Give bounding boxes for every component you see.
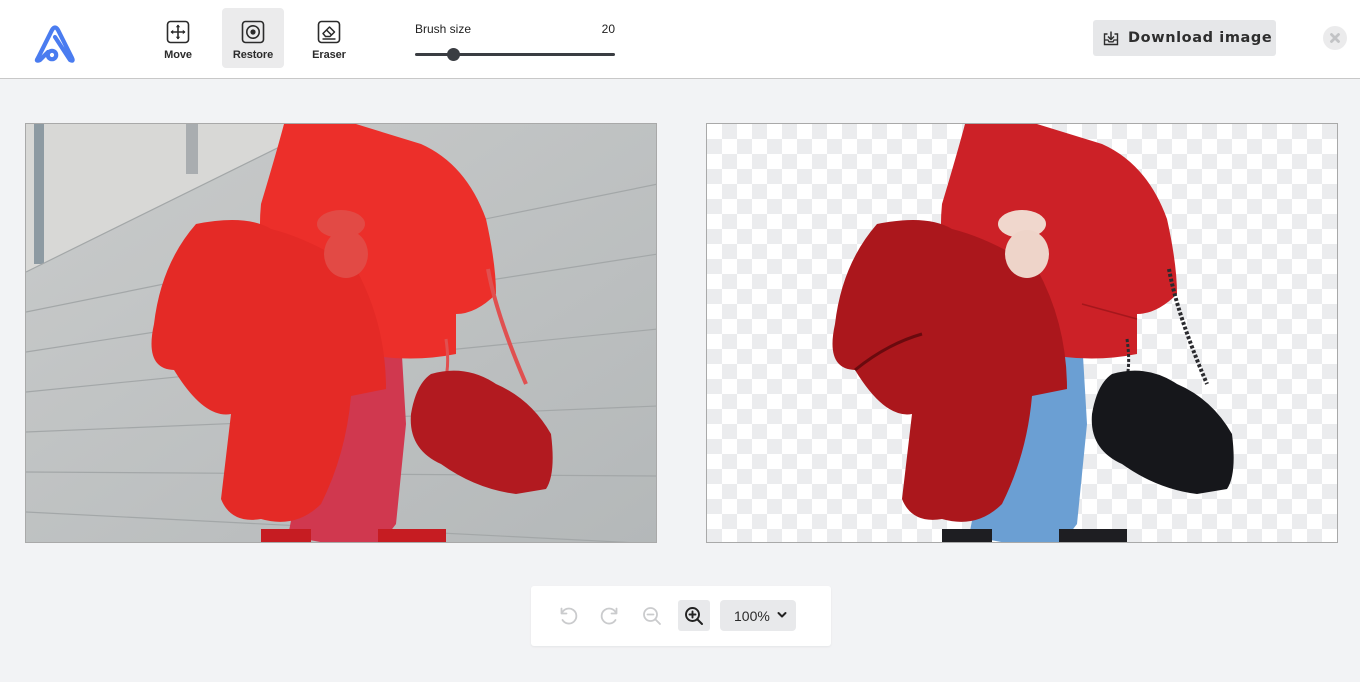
chevron-down-icon	[777, 612, 787, 618]
download-tray-icon	[1103, 31, 1119, 46]
undo-button[interactable]	[552, 600, 584, 631]
download-image-button[interactable]: Download image	[1093, 20, 1276, 56]
zoom-level-value: 100%	[734, 607, 770, 624]
brush-size-value: 20	[601, 22, 615, 36]
boot-left	[942, 529, 992, 542]
eraser-icon	[317, 20, 341, 44]
brush-size-label: Brush size	[415, 22, 472, 36]
zoom-out-icon	[643, 606, 661, 625]
restore-target-icon	[241, 20, 265, 44]
tool-eraser-label: Eraser	[312, 49, 346, 61]
top-toolbar: Move Restore Eraser Brush size 20 Downlo…	[0, 0, 1360, 79]
zoom-in-icon	[685, 606, 703, 625]
cutout-person	[832, 124, 1234, 542]
redo-icon	[600, 607, 618, 624]
download-image-label: Download image	[1128, 30, 1273, 46]
boot-right	[1059, 529, 1127, 542]
window-frame	[34, 124, 44, 264]
handbag	[1091, 370, 1234, 494]
undo-icon	[560, 607, 578, 624]
brush-size-slider-thumb[interactable]	[447, 48, 461, 61]
redo-button[interactable]	[594, 600, 626, 631]
tool-move-button[interactable]: Move	[147, 8, 209, 68]
zoom-in-button[interactable]	[678, 600, 710, 631]
original-image-canvas[interactable]	[25, 123, 657, 543]
zoom-level-select[interactable]: 100%	[720, 600, 796, 631]
wall-column	[186, 124, 198, 174]
hand-lower	[1005, 230, 1049, 278]
result-photo	[832, 124, 1234, 542]
zoom-history-toolbar: 100%	[531, 586, 831, 646]
tool-restore-button[interactable]: Restore	[222, 8, 284, 68]
move-arrows-icon	[166, 20, 190, 44]
close-x-icon	[1330, 33, 1340, 43]
original-photo	[26, 124, 656, 542]
result-image-canvas[interactable]	[706, 123, 1338, 543]
tool-move-label: Move	[164, 49, 192, 61]
tool-eraser-button[interactable]: Eraser	[298, 8, 360, 68]
app-logo-icon[interactable]	[30, 20, 80, 64]
brush-size-slider-track[interactable]	[415, 53, 615, 56]
zoom-out-button[interactable]	[636, 600, 668, 631]
close-button[interactable]	[1323, 26, 1347, 50]
tool-restore-label: Restore	[232, 49, 274, 61]
